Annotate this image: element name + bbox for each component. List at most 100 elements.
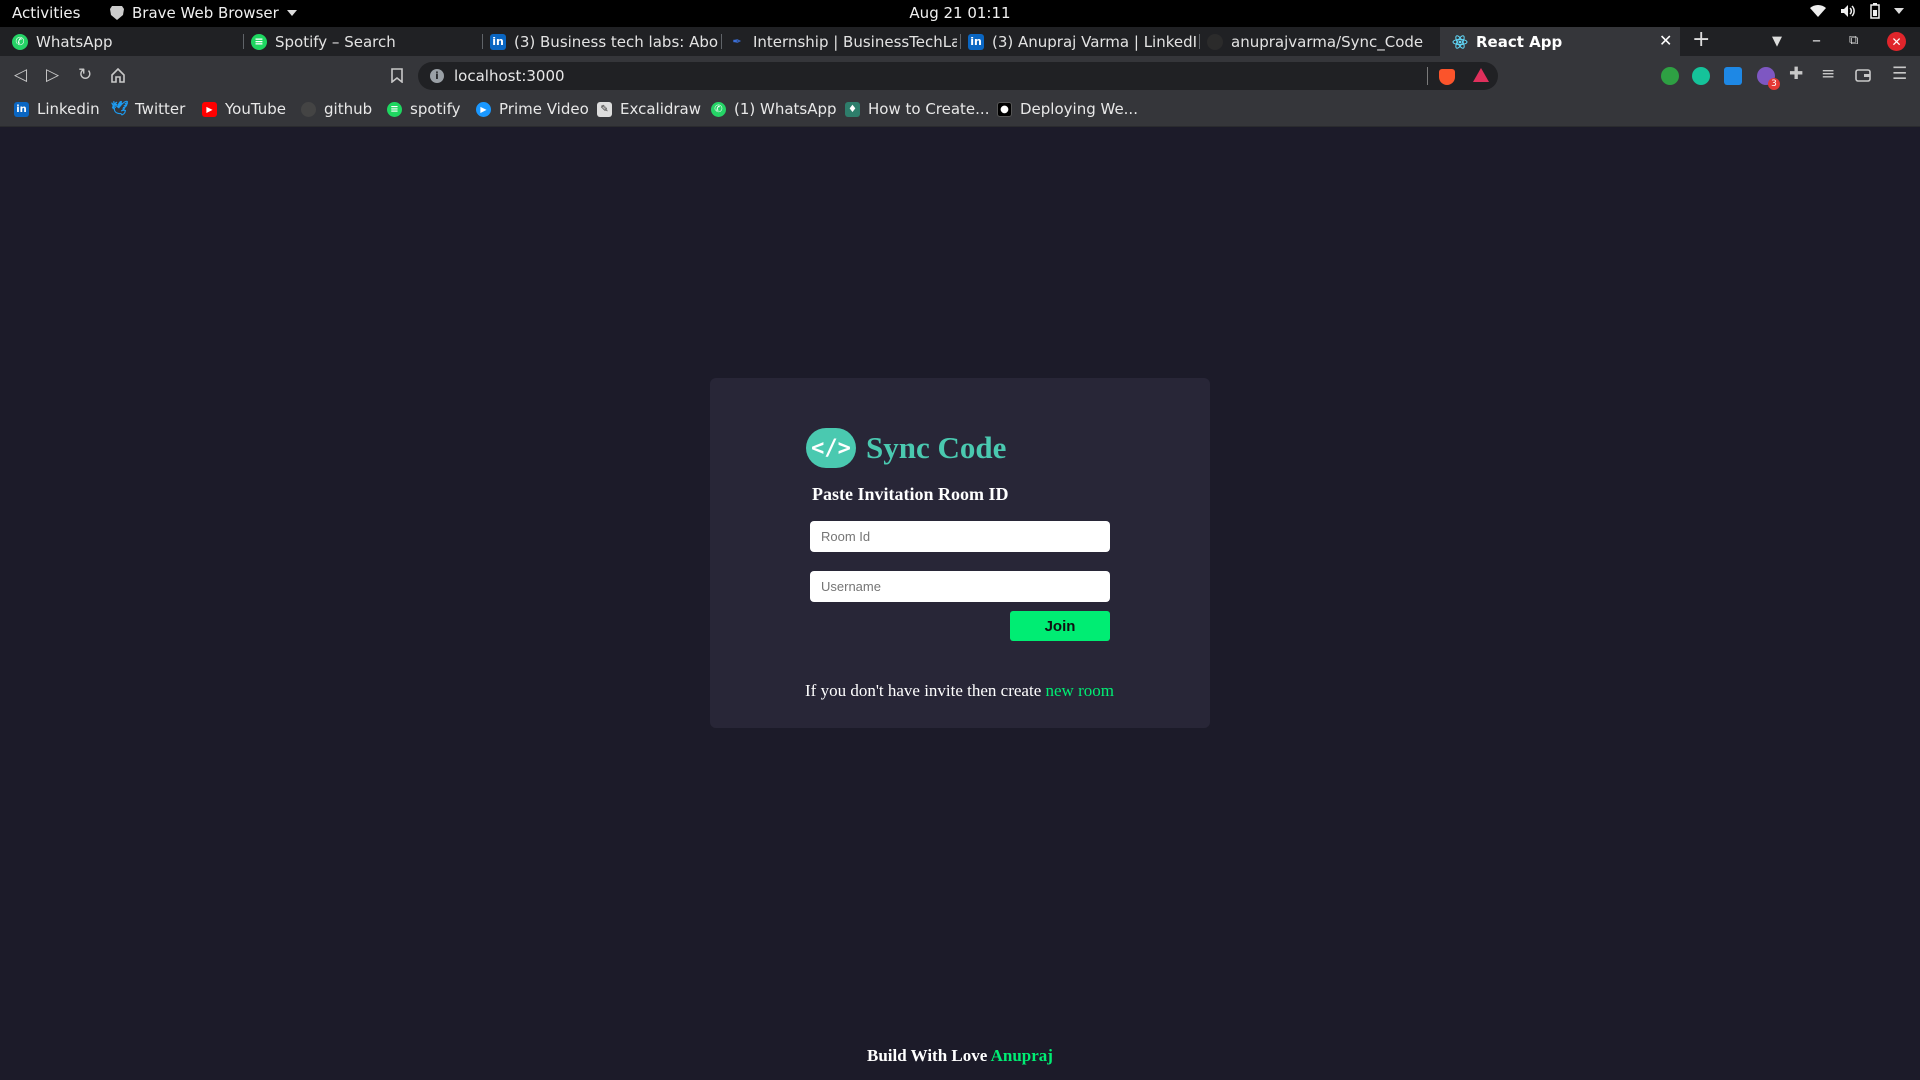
new-tab-button[interactable]: + [1692,27,1710,52]
extensions-puzzle-icon[interactable]: ✚ [1789,64,1803,84]
bookmark-youtube[interactable]: ▶ YouTube [202,100,286,118]
brave-shields-icon[interactable] [1439,69,1455,85]
bookmark-label: Twitter [135,100,186,118]
bookmark-twitter[interactable]: 🕊 Twitter [110,100,186,118]
tab-title: Internship | BusinessTechLab [753,32,957,51]
grammarly-icon[interactable] [1692,67,1710,85]
join-button[interactable]: Join [1010,611,1110,641]
spotify-icon: ≡ [251,33,267,50]
react-icon [1452,34,1468,49]
bookmark-label: github [324,100,373,118]
close-tab-icon[interactable]: ✕ [1659,31,1672,50]
bookmark-site-icon: ♦ [845,101,860,117]
bookmark-label: (1) WhatsApp [734,100,837,118]
tab-linkedin-profile[interactable]: in (3) Anupraj Varma | LinkedIn [956,27,1196,56]
info-text: If you don't have invite then create [805,681,1046,700]
footer: Build With Love Anupraj [0,1046,1920,1066]
bookmark-whatsapp[interactable]: ✆ (1) WhatsApp [711,100,837,118]
wallet-icon[interactable] [1855,68,1871,82]
bookmark-github[interactable]: github [301,100,372,118]
menu-icon[interactable]: ☰ [1892,64,1907,84]
restore-icon[interactable]: ⧉ [1849,33,1858,48]
volume-icon [1841,5,1855,17]
minimize-icon[interactable]: – [1812,30,1821,51]
forward-icon[interactable]: ▷ [46,65,59,85]
address-bar[interactable]: i localhost:3000 [418,62,1498,90]
brave-rewards-icon[interactable] [1473,68,1489,82]
tab-internship[interactable]: ✒ Internship | BusinessTechLab [717,27,957,56]
extension-plus-icon[interactable] [1661,67,1679,85]
linkedin-icon: in [490,33,506,50]
tab-title: anuprajvarma/Sync_Code [1231,32,1424,51]
tab-react-app[interactable]: React App [1440,27,1680,56]
close-window-icon[interactable]: ✕ [1887,32,1906,51]
bookmark-how-to-create[interactable]: ♦ How to Create... [845,100,989,118]
extension-window-icon[interactable] [1724,67,1742,85]
tab-spotify[interactable]: ≡ Spotify – Search [239,27,479,56]
create-room-info: If you don't have invite then create new… [805,681,1114,701]
tab-title: (3) Anupraj Varma | LinkedIn [992,32,1196,51]
back-icon[interactable]: ◁ [14,65,27,85]
tab-business-tech-labs[interactable]: in (3) Business tech labs: About [478,27,718,56]
system-menu-icon [1894,8,1904,14]
bookmark-label: Prime Video [499,100,589,118]
youtube-icon: ▶ [202,101,217,117]
linkedin-icon: in [14,101,29,117]
whatsapp-icon: ✆ [12,33,28,50]
new-room-link[interactable]: new room [1046,681,1114,700]
github-icon [301,101,316,117]
bookmark-spotify[interactable]: ≡ spotify [387,100,460,118]
join-room-card: </> Sync Code Paste Invitation Room ID J… [710,378,1210,728]
bookmark-icon[interactable] [391,68,403,83]
bookmark-label: Deploying We... [1020,100,1138,118]
code-icon: </> [806,428,856,468]
bookmark-linkedin[interactable]: in Linkedin [14,100,100,118]
bookmark-label: YouTube [225,100,286,118]
github-icon [1207,33,1223,50]
tab-strip: ✆ WhatsApp ≡ Spotify – Search in (3) Bus… [0,27,1920,56]
medium-icon: ● [997,101,1012,117]
bookmark-label: Linkedin [37,100,100,118]
tab-github-repo[interactable]: anuprajvarma/Sync_Code [1195,27,1435,56]
username-input[interactable] [810,571,1110,602]
page-heading: Paste Invitation Room ID [812,484,1009,504]
tab-title: WhatsApp [36,32,113,51]
quill-icon: ✒ [732,35,742,48]
whatsapp-icon: ✆ [711,101,726,117]
bookmark-excalidraw[interactable]: ✎ Excalidraw [597,100,701,118]
prime-video-icon: ▶ [476,101,491,117]
room-id-input[interactable] [810,521,1110,552]
site-info-icon[interactable]: i [430,69,444,83]
bookmark-deploying[interactable]: ● Deploying We... [997,100,1138,118]
playlist-icon[interactable]: ≡ [1821,64,1835,84]
bookmark-label: Excalidraw [620,100,702,118]
tab-title: React App [1476,32,1563,51]
omnibox-divider [1427,67,1428,85]
excalidraw-icon: ✎ [597,101,612,117]
footer-text: Build With Love [867,1046,991,1065]
bookmarks-bar: in Linkedin 🕊 Twitter ▶ YouTube github ≡ spo… [0,95,1920,127]
system-tray[interactable] [1810,3,1904,19]
spotify-icon: ≡ [387,101,402,117]
extension-badge: 3 [1768,78,1780,90]
battery-icon [1870,3,1880,19]
footer-author: Anupraj [990,1046,1053,1065]
reload-icon[interactable]: ↻ [78,65,92,85]
logo: </> Sync Code [806,428,1006,468]
tab-title: (3) Business tech labs: About [514,32,718,51]
browser-toolbar: ◁ ▷ ↻ i localhost:3000 3 ✚ ≡ ☰ [0,56,1920,95]
bookmark-prime-video[interactable]: ▶ Prime Video [476,100,589,118]
wifi-icon [1810,4,1826,18]
bookmark-label: spotify [410,100,461,118]
system-top-bar: Activities Brave Web Browser Aug 21 01:1… [0,0,1920,27]
linkedin-icon: in [968,33,984,50]
tab-whatsapp[interactable]: ✆ WhatsApp [0,27,240,56]
tab-search-chevron-icon[interactable]: ▼ [1772,34,1782,49]
home-icon[interactable] [110,68,126,83]
bookmark-label: How to Create... [868,100,990,118]
clock[interactable]: Aug 21 01:11 [0,4,1920,22]
url-text[interactable]: localhost:3000 [454,67,565,85]
twitter-icon: 🕊 [110,101,129,117]
brand-name: Sync Code [866,430,1007,465]
tab-title: Spotify – Search [275,32,396,51]
